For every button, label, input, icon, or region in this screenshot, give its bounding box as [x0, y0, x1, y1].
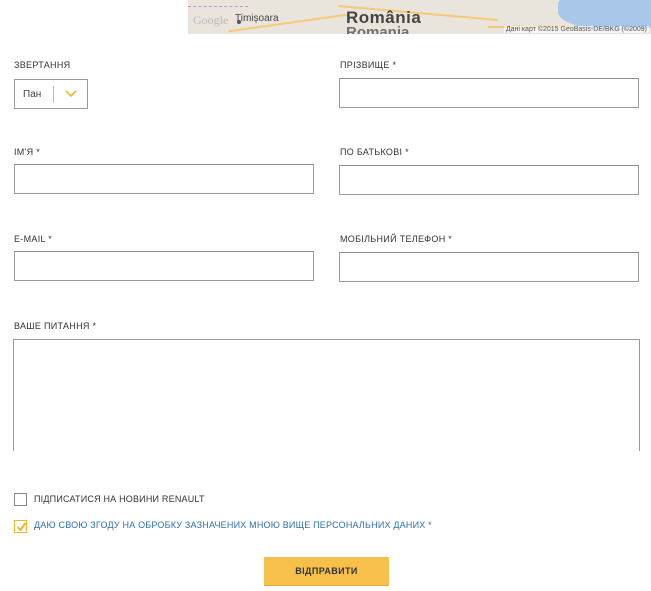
first-name-input[interactable] — [15, 165, 313, 193]
submit-button[interactable]: ВІДПРАВИТИ — [264, 557, 389, 586]
surname-field[interactable] — [339, 78, 639, 108]
map-country-label-secondary: Romania — [346, 24, 410, 34]
map-attribution: Дані карт ©2015 GeoBasis-DE/BKG (©2009) — [503, 26, 649, 33]
patronymic-label: ПО БАТЬКОВІ * — [340, 147, 409, 157]
question-field[interactable] — [13, 339, 640, 451]
email-input[interactable] — [15, 252, 313, 280]
chevron-down-icon[interactable] — [64, 86, 78, 105]
mobile-label: МОБІЛЬНИЙ ТЕЛЕФОН * — [340, 234, 453, 244]
map-city-label: Timișoara — [235, 13, 279, 24]
first-name-field[interactable] — [14, 164, 314, 194]
subscribe-label[interactable]: ПІДПИСАТИСЯ НА НОВИНИ RENAULT — [34, 494, 205, 504]
consent-label[interactable]: ДАЮ СВОЮ ЗГОДУ НА ОБРОБКУ ЗАЗНАЧЕНИХ МНО… — [34, 520, 432, 530]
mobile-input[interactable] — [340, 253, 638, 281]
google-logo: Google — [193, 13, 229, 27]
map[interactable]: Google Timișoara România Romania Дані ка… — [188, 0, 651, 34]
surname-input[interactable] — [340, 79, 638, 107]
salutation-label: ЗВЕРТАННЯ — [14, 60, 71, 70]
email-label: E-MAIL * — [14, 234, 53, 244]
first-name-label: ІМ'Я * — [14, 147, 41, 157]
consent-checkbox[interactable] — [14, 520, 27, 533]
surname-label: ПРІЗВИЩЕ * — [340, 60, 397, 70]
subscribe-checkbox[interactable] — [14, 493, 27, 506]
map-border — [188, 6, 248, 7]
mobile-field[interactable] — [339, 252, 639, 282]
email-field[interactable] — [14, 251, 314, 281]
salutation-value: Пан — [23, 89, 42, 100]
question-textarea[interactable] — [14, 340, 639, 451]
salutation-select[interactable]: Пан — [14, 79, 88, 109]
select-divider — [53, 86, 54, 103]
question-label: ВАШЕ ПИТАННЯ * — [14, 321, 97, 331]
patronymic-field[interactable] — [339, 165, 639, 195]
patronymic-input[interactable] — [340, 166, 638, 194]
